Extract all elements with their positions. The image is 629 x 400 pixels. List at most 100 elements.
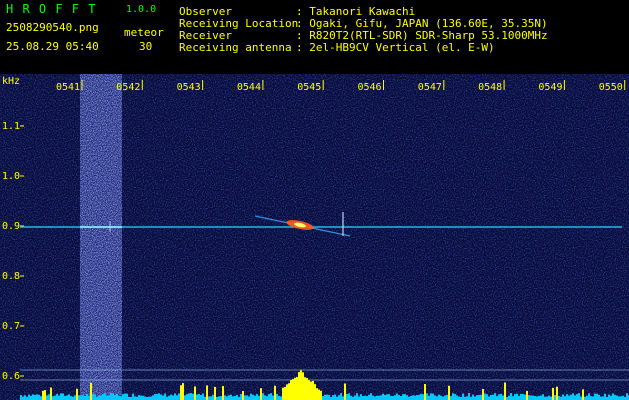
- spectrum-bar: [294, 377, 296, 400]
- spectrum-bar: [614, 394, 616, 400]
- spectrum-bar: [382, 393, 384, 400]
- spectrum-bar: [78, 395, 80, 400]
- spectrum-bar: [90, 382, 92, 400]
- spectrum-bar: [528, 395, 530, 400]
- spectrum-bar: [168, 395, 170, 400]
- spectrum-bar: [264, 395, 266, 400]
- spectrum-bar: [184, 395, 186, 400]
- spectrum-bar: [496, 396, 498, 400]
- spectrum-bar: [556, 386, 558, 400]
- spectrum-bar: [224, 395, 226, 400]
- spectrum-bar: [518, 395, 520, 400]
- spectrum-bar: [620, 396, 622, 400]
- spectrum-bar: [226, 396, 228, 400]
- spectrum-bar: [442, 396, 444, 400]
- spectrum-bar: [240, 394, 242, 400]
- spectrum-bar: [344, 383, 346, 400]
- spectrum-bar: [428, 395, 430, 400]
- spectrum-bar: [116, 393, 118, 400]
- spectrum-bar: [296, 377, 298, 400]
- spectrum-bar: [588, 393, 590, 400]
- spectrum-bar: [578, 393, 580, 400]
- spectrum-bar: [504, 382, 506, 400]
- spectrum-bar: [292, 379, 294, 400]
- spectrum-bar: [494, 393, 496, 400]
- app-version: 1.0.0: [126, 4, 157, 15]
- spectrum-bar: [516, 393, 518, 400]
- spectrum-bar: [348, 393, 350, 400]
- spectrum-bar: [22, 396, 24, 400]
- spectrum-bar: [434, 395, 436, 400]
- spectrum-bar: [378, 395, 380, 400]
- spectrum-bar: [132, 393, 134, 400]
- spectrum-bar: [540, 395, 542, 400]
- spectrum-bar: [302, 372, 304, 400]
- spectrum-bar: [512, 396, 514, 400]
- spectrum-bar: [236, 394, 238, 400]
- spectrum-bar: [476, 395, 478, 400]
- spectrum-bar: [260, 388, 262, 400]
- spectrum-bar: [164, 393, 166, 400]
- x-tick-label: 0550: [599, 82, 623, 93]
- spectrum-bar: [80, 395, 82, 400]
- spectrum-bar: [272, 395, 274, 400]
- spectrum-bar: [66, 395, 68, 400]
- spectrum-bar: [72, 396, 74, 400]
- spectrum-bar: [458, 396, 460, 400]
- spectrum-bar: [586, 395, 588, 400]
- header-panel: H R O F F T 1.0.0 2508290540.png meteor …: [0, 0, 629, 74]
- spectrum-bar: [234, 395, 236, 400]
- spectrum-bar: [148, 396, 150, 400]
- spectrum-bar: [524, 394, 526, 400]
- spectrum-bar: [618, 396, 620, 400]
- spectrum-bar: [424, 384, 426, 400]
- spectrum-bar: [542, 394, 544, 400]
- meteor-count: 30: [139, 40, 153, 53]
- spectrum-bar: [336, 396, 338, 400]
- spectrum-bar: [70, 396, 72, 400]
- spectrum-bar: [422, 394, 424, 400]
- spectrum-bar: [322, 396, 324, 400]
- x-tick-label: 0543: [177, 82, 201, 93]
- spectrum-bar: [444, 395, 446, 400]
- spectrum-bar: [626, 393, 628, 400]
- spectrum-bar: [436, 396, 438, 400]
- spectrum-bar: [374, 396, 376, 400]
- spectrum-bar: [610, 395, 612, 400]
- spectrum-bar: [358, 396, 360, 400]
- spectrum-bar: [126, 393, 128, 400]
- spectrum-bar: [244, 395, 246, 400]
- spectrum-bar: [274, 385, 276, 400]
- spectrum-bar: [108, 395, 110, 400]
- spectrum-bar: [276, 393, 278, 400]
- spectrum-bar: [100, 395, 102, 400]
- spectrum-bar: [426, 393, 428, 400]
- spectrum-bar: [390, 395, 392, 400]
- spectrum-bar: [32, 394, 34, 400]
- spectrum-bar: [508, 395, 510, 400]
- x-tick-label: 0541: [56, 82, 80, 93]
- spectrum-bar: [84, 395, 86, 400]
- spectrum-bar: [186, 394, 188, 400]
- spectrum-bar: [536, 396, 538, 400]
- spectrum-bar: [402, 394, 404, 400]
- spectrum-bar: [564, 396, 566, 400]
- spectrum-bar: [482, 388, 484, 400]
- spectrum-bar: [218, 396, 220, 400]
- spectrum-bar: [498, 394, 500, 400]
- spectrum-bar: [388, 394, 390, 400]
- spectrum-bar: [530, 395, 532, 400]
- spectrum-bar: [354, 395, 356, 400]
- spectrum-bar: [74, 395, 76, 400]
- spectrum-bar: [440, 395, 442, 400]
- spectrum-bar: [138, 395, 140, 400]
- spectrum-bar: [396, 393, 398, 400]
- spectrum-bar: [86, 394, 88, 400]
- spectrum-bar: [268, 394, 270, 400]
- spectrum-bar: [222, 386, 224, 400]
- spectrum-bar: [526, 390, 528, 400]
- spectrum-bar: [332, 395, 334, 400]
- spectrum-bar: [304, 377, 306, 400]
- spectrum-bar: [246, 395, 248, 400]
- spectrum-bar: [54, 395, 56, 400]
